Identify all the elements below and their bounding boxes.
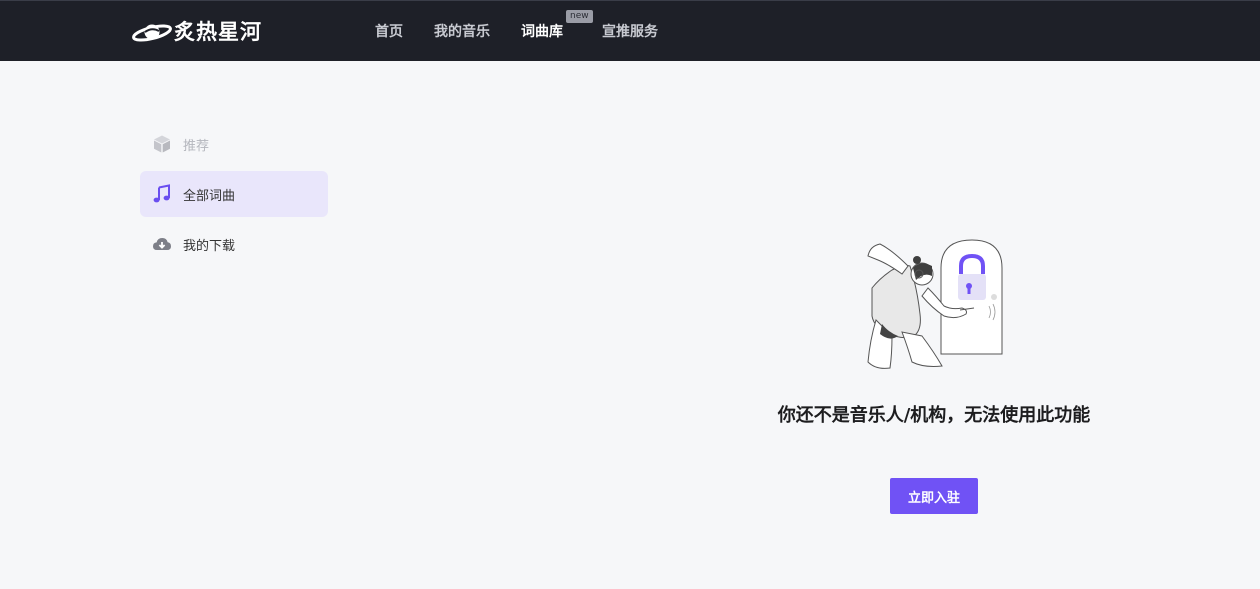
empty-state-message: 你还不是音乐人/机构，无法使用此功能 <box>777 405 1091 426</box>
sidebar-item-all-songs[interactable]: 全部词曲 <box>140 171 328 217</box>
sidebar-item-label: 全部词曲 <box>183 188 236 204</box>
sidebar-item-label: 推荐 <box>183 138 210 154</box>
logo[interactable]: 炙热星河 <box>131 18 262 46</box>
logo-text: 炙热星河 <box>174 20 262 44</box>
nav-song-library[interactable]: 词曲库 new <box>521 9 593 42</box>
planet-logo-icon <box>132 24 172 42</box>
sidebar-item-recommend[interactable]: 推荐 <box>140 121 328 167</box>
nav-song-library-label: 词曲库 <box>521 23 563 40</box>
nav-promotion[interactable]: 宣推服务 <box>602 22 658 42</box>
music-note-icon <box>152 184 172 204</box>
join-now-button[interactable]: 立即入驻 <box>890 478 978 514</box>
cloud-download-icon <box>152 234 172 254</box>
sidebar: 推荐 全部词曲 我的下载 <box>140 121 328 271</box>
top-navbar: 炙热星河 首页 我的音乐 词曲库 new 宣推服务 <box>0 0 1260 61</box>
cube-icon <box>152 134 172 154</box>
new-badge: new <box>566 9 593 23</box>
sidebar-item-my-downloads[interactable]: 我的下载 <box>140 221 328 267</box>
locked-door-illustration <box>867 239 1003 369</box>
nav-home[interactable]: 首页 <box>375 22 403 42</box>
nav-my-music[interactable]: 我的音乐 <box>434 22 490 42</box>
sidebar-item-label: 我的下载 <box>183 238 236 254</box>
main-nav: 首页 我的音乐 词曲库 new 宣推服务 <box>375 1 689 62</box>
